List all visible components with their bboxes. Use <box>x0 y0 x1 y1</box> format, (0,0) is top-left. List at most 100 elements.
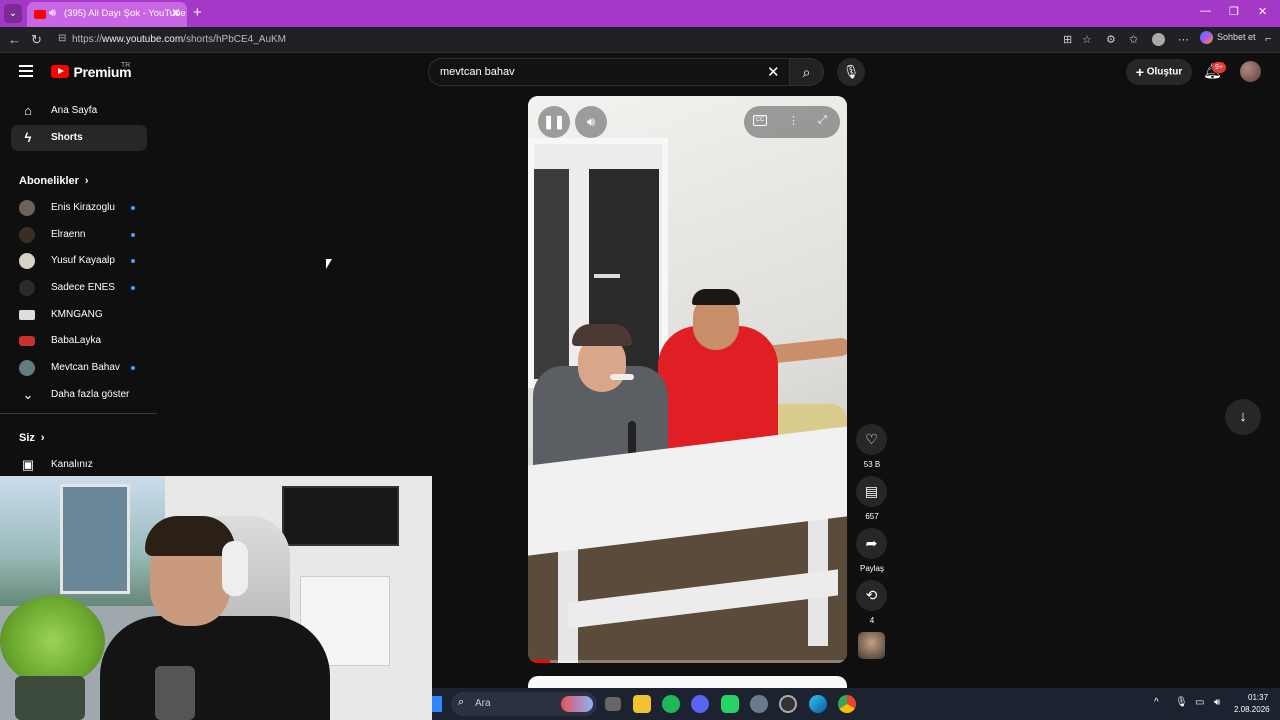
close-window-button[interactable]: ✕ <box>1258 5 1267 18</box>
voice-search-button[interactable]: 🎙︎ <box>837 58 865 86</box>
more-options-icon[interactable]: ⋮ <box>788 114 799 127</box>
site-info-icon[interactable]: ⊟ <box>58 33 66 44</box>
progress-bar[interactable] <box>528 660 847 663</box>
address-bar-row: ← ↻ ⊟ https://www.youtube.com/shorts/hPb… <box>0 27 1280 53</box>
cam-plant <box>0 596 105 686</box>
speaker-icon[interactable]: 🔊︎ <box>49 7 56 20</box>
channel-avatar <box>19 336 35 346</box>
subscription-item[interactable]: Enis Kirazoglu <box>11 195 147 221</box>
copilot-chat-button[interactable]: Sohbet et <box>1200 31 1256 44</box>
show-more-button[interactable]: ⌄ Daha fazla göster <box>11 382 147 408</box>
tray-display-icon[interactable]: ▭ <box>1195 697 1204 708</box>
subscription-item[interactable]: Sadece ENES <box>11 275 147 301</box>
like-button[interactable]: ♡ <box>856 424 887 455</box>
whatsapp-icon[interactable] <box>721 695 739 713</box>
comment-count: 657 <box>865 512 879 521</box>
youtube-play-icon <box>51 65 69 79</box>
subscription-label: Yusuf Kayaalp <box>51 255 115 266</box>
webcam-overlay <box>0 476 432 720</box>
browser-tab[interactable]: 🔊︎ (395) Ali Dayı Şok - YouTube ✕ <box>27 2 187 27</box>
favorites-icon[interactable]: ✩ <box>1129 33 1138 46</box>
clear-search-icon[interactable]: ✕ <box>767 63 780 81</box>
clock-time[interactable]: 01:37 <box>1248 693 1268 702</box>
tray-chevron-up-icon[interactable]: ^ <box>1154 697 1159 708</box>
minimize-button[interactable]: — <box>1200 5 1211 17</box>
subscription-label: BabaLayka <box>51 335 102 346</box>
chevron-right-icon: › <box>84 175 89 187</box>
back-arrow-icon[interactable]: ← <box>8 32 21 47</box>
video-frame-handle <box>594 274 620 278</box>
next-video-button[interactable]: ↓ <box>1225 399 1261 435</box>
chrome-icon[interactable] <box>838 695 856 713</box>
settings-icon[interactable] <box>750 695 768 713</box>
comment-icon: ▤ <box>864 483 879 499</box>
subscription-label: Elraenn <box>51 229 86 240</box>
url-field[interactable]: ⊟ https://www.youtube.com/shorts/hPbCE4_… <box>50 30 1050 50</box>
shorts-icon: ϟ <box>24 130 32 145</box>
subscription-item[interactable]: BabaLayka <box>11 328 147 354</box>
home-icon: ⌂ <box>24 103 32 118</box>
volume-button[interactable]: 🔊︎ <box>575 106 607 138</box>
search-input[interactable]: mevtcan bahav ✕ <box>428 58 790 86</box>
pause-icon: ❚❚ <box>543 114 565 129</box>
restore-button[interactable]: ❐ <box>1229 5 1239 18</box>
spotify-icon[interactable] <box>662 695 680 713</box>
sidebar-toggle-icon[interactable]: ⌐ <box>1265 33 1271 45</box>
channel-thumbnail[interactable] <box>858 632 885 659</box>
subscription-item[interactable]: Elraenn <box>11 222 147 248</box>
comments-button[interactable]: ▤ <box>856 476 887 507</box>
cam-plant-pot <box>15 676 85 720</box>
channel-icon: ▣ <box>21 457 35 472</box>
shorts-player[interactable]: ❚❚ 🔊︎ CC ⋮ ⤢ <box>528 96 847 663</box>
video-frame-cap <box>572 324 632 346</box>
pause-button[interactable]: ❚❚ <box>538 106 570 138</box>
youtube-premium-logo[interactable]: Premium <box>51 63 132 81</box>
sidebar-item-shorts[interactable]: ϟ Shorts <box>11 125 147 151</box>
new-tab-button[interactable]: + <box>193 4 202 21</box>
show-more-label: Daha fazla göster <box>51 389 130 400</box>
new-content-dot <box>131 233 135 237</box>
clock-date[interactable]: 2.08.2026 <box>1234 705 1270 714</box>
channel-avatar <box>19 227 35 243</box>
extensions-icon[interactable]: ⚙ <box>1106 33 1116 46</box>
subscription-label: KMNGANG <box>51 309 103 320</box>
you-heading[interactable]: Siz › <box>19 432 45 444</box>
profile-avatar-icon[interactable] <box>1152 33 1165 46</box>
search-button[interactable]: ⌕ <box>790 58 824 86</box>
share-button[interactable]: ➦ <box>856 528 887 559</box>
favorite-star-icon[interactable]: ☆ <box>1082 33 1092 46</box>
subscription-item[interactable]: KMNGANG <box>11 302 147 328</box>
remix-button[interactable]: ⟲ <box>856 580 887 611</box>
subscription-item[interactable]: Mevtcan Bahav <box>11 355 147 381</box>
account-avatar[interactable] <box>1240 61 1261 82</box>
more-options-icon[interactable]: ⋯ <box>1178 33 1189 46</box>
task-view-icon[interactable] <box>605 697 621 711</box>
new-content-dot <box>131 286 135 290</box>
refresh-icon[interactable]: ↻ <box>31 32 42 48</box>
chevron-right-icon: › <box>40 432 45 444</box>
tab-actions-menu-button[interactable]: ⌄ <box>4 4 22 23</box>
discord-icon[interactable] <box>691 695 709 713</box>
tray-volume-icon[interactable]: 🔊︎ <box>1214 697 1220 708</box>
subscription-item[interactable]: Yusuf Kayaalp <box>11 248 147 274</box>
subscriptions-heading[interactable]: Abonelikler › <box>19 175 89 187</box>
like-count: 53 B <box>863 460 881 469</box>
fullscreen-icon[interactable]: ⤢ <box>818 114 827 127</box>
close-tab-icon[interactable]: ✕ <box>171 6 181 20</box>
captions-icon[interactable]: CC <box>753 115 767 126</box>
taskbar-search[interactable]: ⌕ Ara <box>451 692 597 716</box>
sidebar-item-your-channel[interactable]: ▣ Kanalınız <box>11 452 147 478</box>
app-install-icon[interactable]: ⊞ <box>1063 33 1072 46</box>
menu-icon[interactable] <box>19 65 33 77</box>
create-button[interactable]: + Oluştur <box>1126 59 1192 85</box>
start-icon[interactable] <box>432 696 442 712</box>
steam-icon[interactable] <box>779 695 797 713</box>
progress-fill <box>528 660 551 663</box>
tray-microphone-icon[interactable]: 🎙︎ <box>1175 697 1188 708</box>
arrow-down-icon: ↓ <box>1239 408 1247 425</box>
sidebar-item-home[interactable]: ⌂ Ana Sayfa <box>11 98 147 124</box>
file-explorer-icon[interactable] <box>633 695 651 713</box>
video-frame-moustache <box>610 374 634 380</box>
player-controls-group: CC ⋮ ⤢ <box>744 106 840 138</box>
edge-icon[interactable] <box>809 695 827 713</box>
